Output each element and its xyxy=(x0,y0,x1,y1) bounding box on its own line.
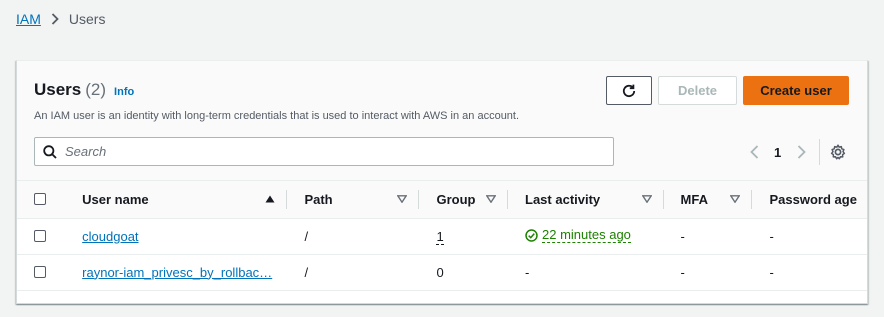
create-user-button[interactable]: Create user xyxy=(743,76,849,105)
column-label: Groups xyxy=(436,191,476,207)
users-table: User name Path Groups xyxy=(17,181,867,291)
breadcrumb-current: Users xyxy=(68,11,106,27)
select-all-cell xyxy=(17,181,65,219)
cell-last-activity: 22 minutes ago xyxy=(508,218,664,255)
user-count: (2) xyxy=(85,80,107,99)
info-link[interactable]: Info xyxy=(114,86,134,98)
sort-icon xyxy=(486,195,497,204)
cell-mfa: - xyxy=(663,254,752,291)
delete-button[interactable]: Delete xyxy=(658,76,737,105)
chevron-right-icon xyxy=(51,13,59,25)
title-text: Users xyxy=(34,80,82,99)
column-groups[interactable]: Groups xyxy=(419,181,509,219)
row-select-cell xyxy=(17,254,65,291)
cell-path: / xyxy=(287,218,420,255)
row-checkbox[interactable] xyxy=(34,230,46,242)
column-user-name[interactable]: User name xyxy=(64,181,288,219)
breadcrumb-iam-link[interactable]: IAM xyxy=(16,11,41,27)
column-path[interactable]: Path xyxy=(287,181,420,219)
pager-divider xyxy=(819,139,820,165)
groups-value: 0 xyxy=(436,264,444,280)
table-row: cloudgoat / 1 22 minutes ago - - xyxy=(17,218,867,255)
last-activity-status[interactable]: 22 minutes ago xyxy=(525,227,631,244)
column-label: User name xyxy=(82,191,149,207)
user-name-link[interactable]: cloudgoat xyxy=(82,229,138,244)
users-panel: Users (2) Info An IAM user is an identit… xyxy=(16,60,868,304)
cell-groups: 0 xyxy=(419,254,509,291)
sort-icon xyxy=(641,195,652,204)
cell-mfa: - xyxy=(663,218,752,255)
column-label: Password age xyxy=(769,191,857,207)
column-label: MFA xyxy=(680,191,708,207)
row-checkbox[interactable] xyxy=(34,266,46,278)
cell-password-age: - xyxy=(751,254,867,291)
table-row: raynor-iam_privesc_by_rollbac… / 0 - - - xyxy=(17,254,867,291)
row-select-cell xyxy=(17,218,65,255)
column-label: Path xyxy=(304,191,333,207)
breadcrumb: IAM Users xyxy=(16,11,105,27)
column-label: Last activity xyxy=(525,191,601,207)
check-circle-icon xyxy=(525,229,538,242)
panel-header: Users (2) Info An IAM user is an identit… xyxy=(17,61,867,181)
cell-path: / xyxy=(287,254,420,291)
sort-ascending-icon xyxy=(265,195,275,203)
cell-user-name: cloudgoat xyxy=(64,218,288,255)
cell-last-activity: - xyxy=(508,254,664,291)
search-icon xyxy=(43,144,57,159)
page-description: An IAM user is an identity with long-ter… xyxy=(34,110,520,122)
next-page-icon[interactable] xyxy=(792,145,810,159)
refresh-icon xyxy=(622,84,636,97)
groups-value[interactable]: 1 xyxy=(436,228,444,245)
cell-password-age: - xyxy=(751,218,867,255)
search-input[interactable] xyxy=(65,144,585,159)
page-title: Users (2) Info xyxy=(34,80,134,100)
last-activity-text: 22 minutes ago xyxy=(542,227,631,244)
previous-page-icon[interactable] xyxy=(745,145,763,159)
cell-groups: 1 xyxy=(419,218,509,255)
column-password-age[interactable]: Password age xyxy=(751,181,867,219)
refresh-button[interactable] xyxy=(606,76,652,105)
table-header-row: User name Path Groups xyxy=(17,181,867,219)
select-all-checkbox[interactable] xyxy=(34,193,46,206)
column-mfa[interactable]: MFA xyxy=(663,181,752,219)
user-name-link[interactable]: raynor-iam_privesc_by_rollbac… xyxy=(82,265,272,280)
current-page-number[interactable]: 1 xyxy=(774,145,781,160)
pagination: 1 xyxy=(745,141,810,163)
search-field[interactable] xyxy=(34,137,614,166)
column-last-activity[interactable]: Last activity xyxy=(508,181,664,219)
sort-icon xyxy=(397,195,408,204)
settings-icon[interactable] xyxy=(829,143,847,161)
cell-user-name: raynor-iam_privesc_by_rollbac… xyxy=(64,254,288,291)
sort-icon xyxy=(729,195,740,204)
